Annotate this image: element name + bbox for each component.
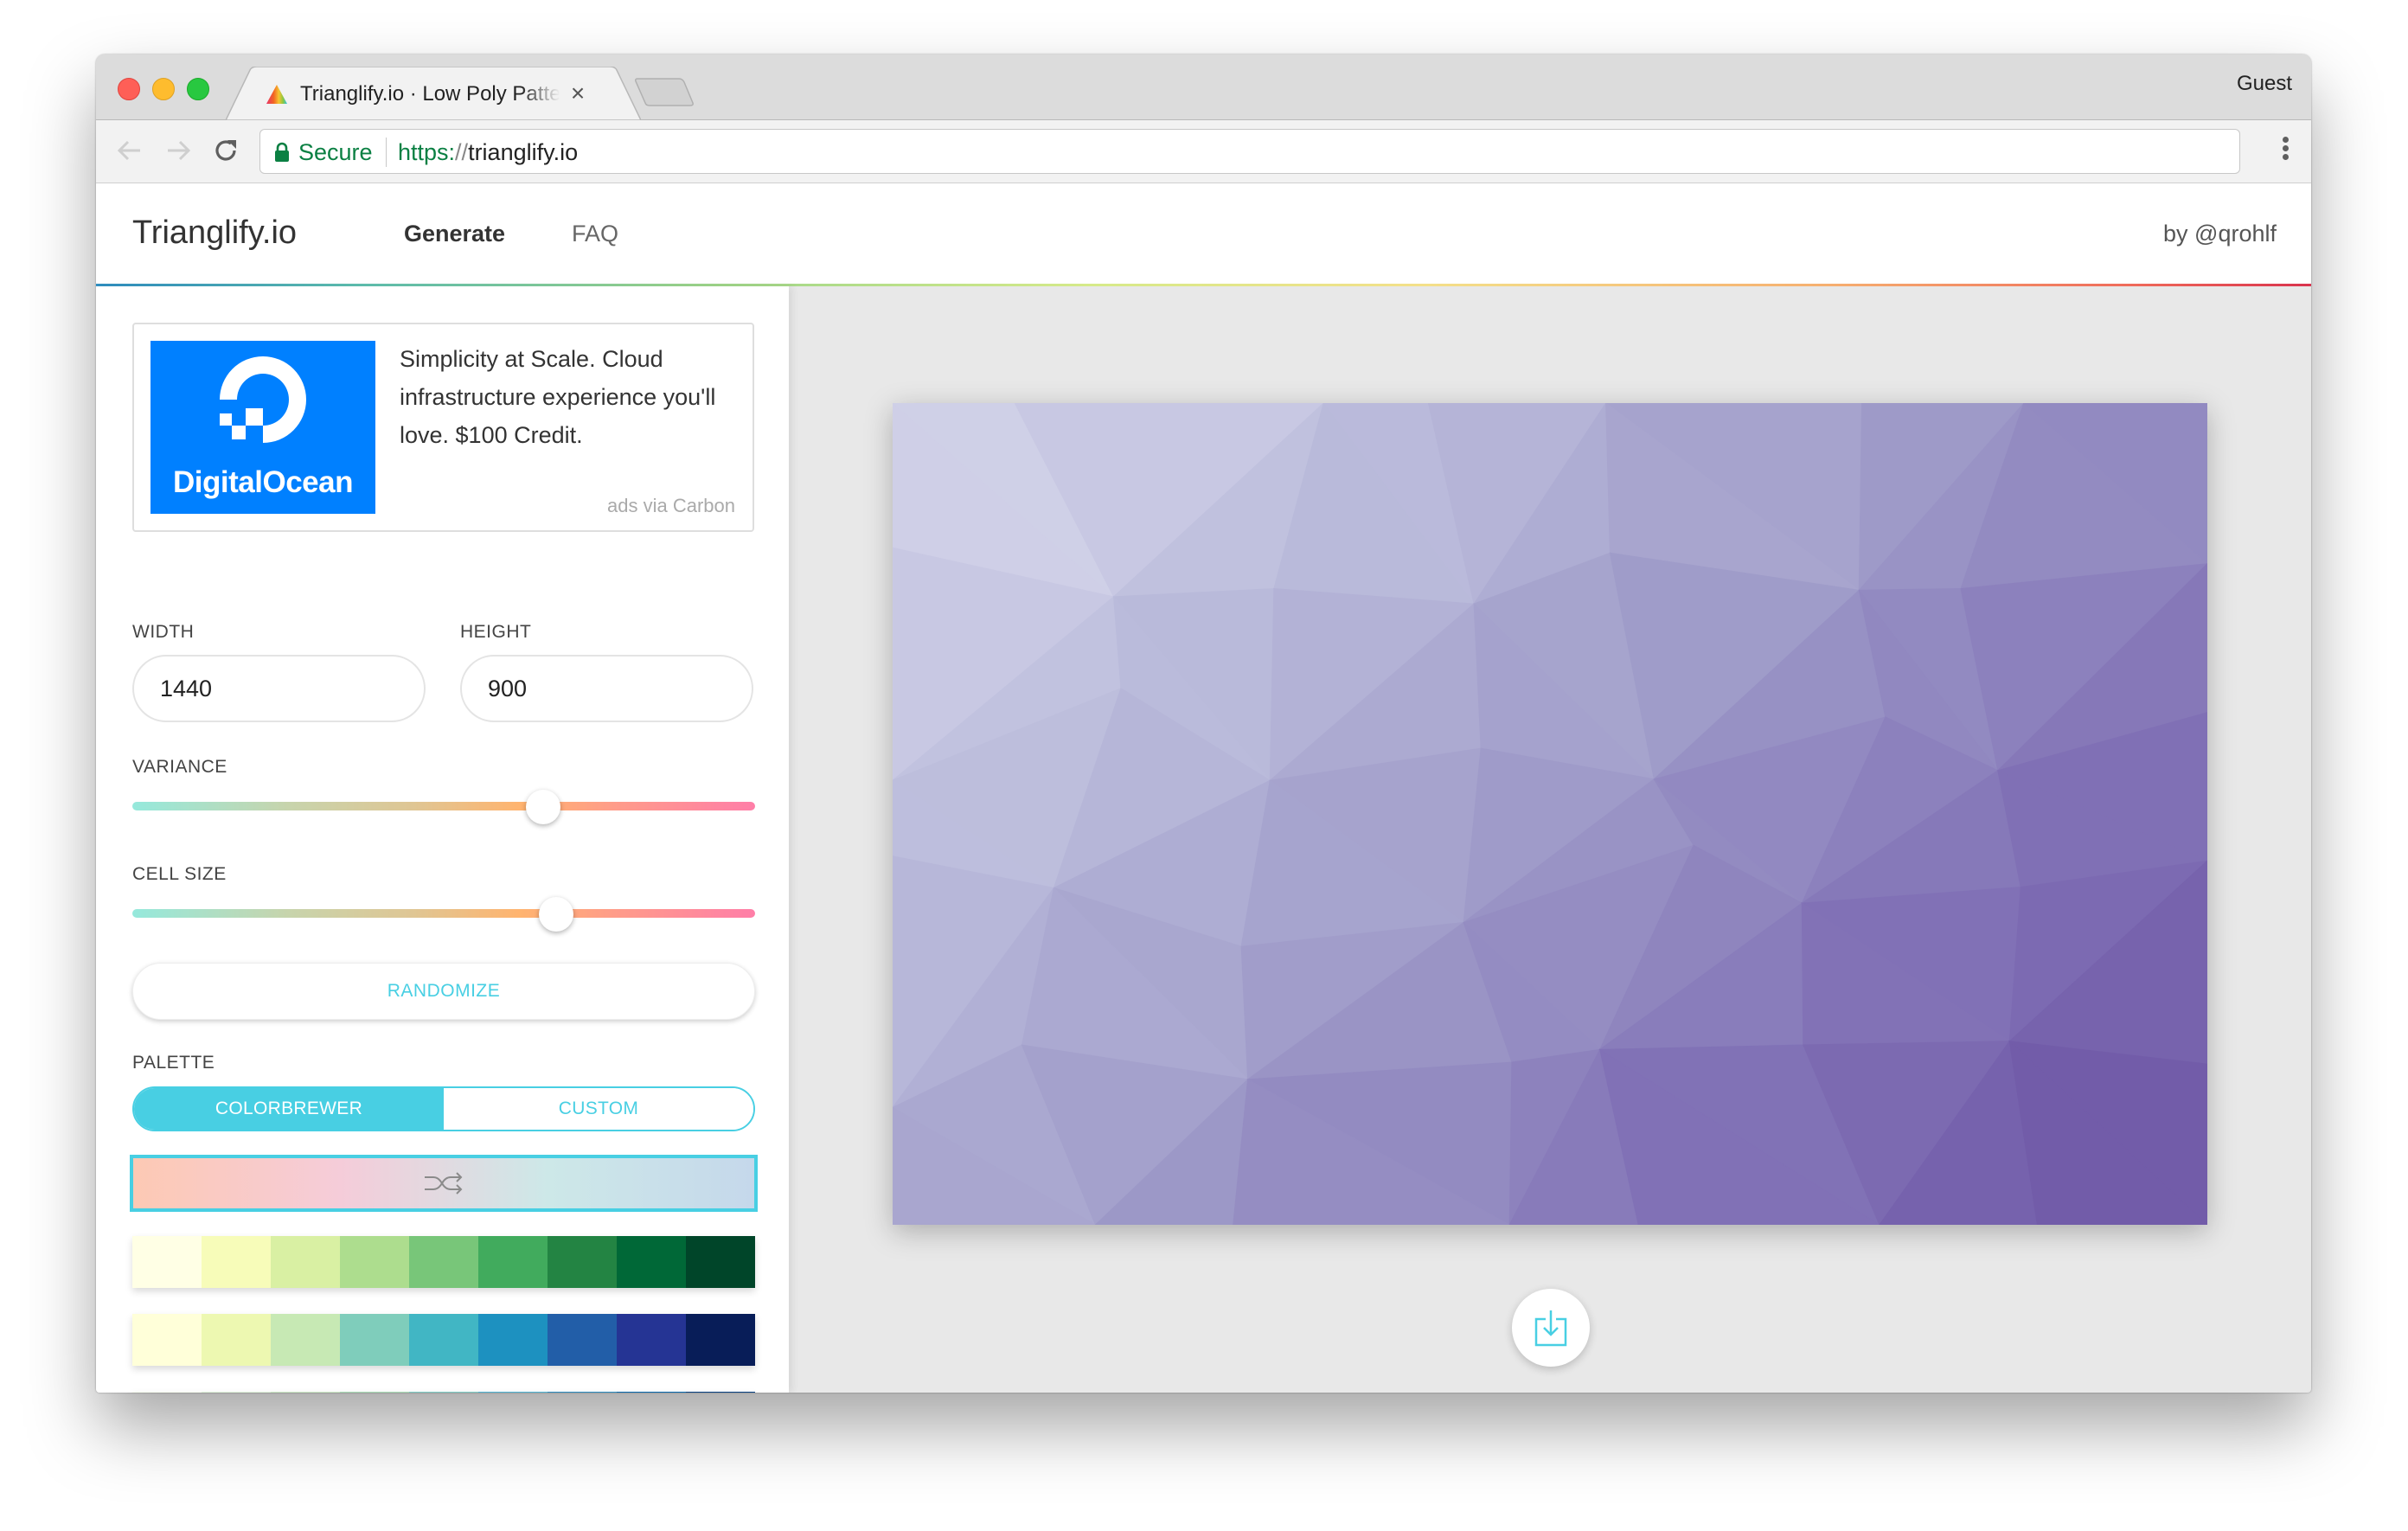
palette-swatch (686, 1236, 755, 1288)
cell-size-label: CELL SIZE (132, 864, 227, 884)
tab-close-button[interactable]: × (565, 79, 591, 108)
carbon-ad: DigitalOcean Simplicity at Scale. Cloud … (132, 323, 754, 532)
palette-swatch (409, 1314, 478, 1366)
address-bar[interactable]: Secure https://trianglify.io (259, 129, 2240, 174)
palette-label: PALETTE (132, 1053, 215, 1073)
palette-swatch (132, 1314, 202, 1366)
cell-size-slider[interactable] (132, 897, 755, 932)
tab-colorbrewer[interactable]: COLORBREWER (134, 1088, 444, 1130)
settings-sidebar: DigitalOcean Simplicity at Scale. Cloud … (96, 286, 789, 1393)
width-input[interactable] (132, 655, 426, 722)
minimize-window-button[interactable] (152, 78, 175, 100)
back-arrow-icon (117, 140, 140, 161)
trianglify-favicon-icon (266, 85, 287, 104)
back-button[interactable] (115, 136, 144, 165)
palette-swatch (617, 1236, 686, 1288)
variance-label: VARIANCE (132, 757, 227, 777)
variance-slider-track[interactable] (132, 802, 755, 810)
palette-swatch (478, 1314, 548, 1366)
variance-slider-thumb[interactable] (526, 790, 561, 824)
forward-button[interactable] (163, 136, 193, 165)
width-label: WIDTH (132, 622, 195, 642)
author-link[interactable]: by @qrohlf (2163, 218, 2277, 249)
digitalocean-logo-icon (220, 356, 306, 443)
browser-toolbar: Secure https://trianglify.io (96, 120, 2311, 183)
tab-bar: Trianglify.io · Low Poly Pattern Generat… (96, 54, 2311, 120)
cell-size-slider-track[interactable] (132, 909, 755, 918)
url-host: trianglify.io (468, 139, 579, 165)
palette-swatch (686, 1314, 755, 1366)
palette-swatch (202, 1392, 271, 1393)
height-label: HEIGHT (460, 622, 532, 642)
variance-slider[interactable] (132, 790, 755, 824)
address-separator (386, 138, 387, 167)
palette-swatch (478, 1392, 548, 1393)
palette-swatch (132, 1392, 202, 1393)
new-tab-button[interactable] (634, 77, 695, 106)
low-poly-pattern (893, 403, 2207, 1225)
browser-window: Trianglify.io · Low Poly Pattern Generat… (96, 54, 2311, 1393)
url-scheme: https: (398, 139, 456, 165)
palette-swatch (132, 1236, 202, 1288)
palette-swatch (202, 1236, 271, 1288)
palette-swatch (409, 1236, 478, 1288)
download-icon (1534, 1310, 1567, 1347)
shuffle-icon (425, 1172, 463, 1195)
nav-faq[interactable]: FAQ (572, 218, 618, 249)
url-slashes: // (455, 139, 469, 165)
reload-button[interactable] (211, 136, 240, 165)
random-palette-swatch[interactable] (130, 1155, 758, 1212)
cell-size-slider-thumb[interactable] (538, 897, 573, 932)
height-input[interactable] (460, 655, 753, 722)
lock-icon (275, 142, 289, 162)
secure-label: Secure (298, 139, 373, 165)
palette-swatch (340, 1236, 409, 1288)
close-window-button[interactable] (118, 78, 140, 100)
palette-swatch (340, 1314, 409, 1366)
palette-ylgnbu[interactable] (132, 1314, 755, 1366)
tab-custom[interactable]: CUSTOM (444, 1088, 753, 1130)
nav-generate[interactable]: Generate (404, 218, 505, 249)
forward-arrow-icon (168, 140, 191, 161)
palette-swatch (548, 1236, 617, 1288)
palette-swatch (202, 1314, 271, 1366)
palette-swatch (617, 1314, 686, 1366)
brand-logo[interactable]: Trianglify.io (132, 211, 297, 254)
ad-text[interactable]: Simplicity at Scale. Cloud infrastructur… (400, 340, 728, 454)
palette-gnbu[interactable] (132, 1392, 755, 1393)
palette-swatch (271, 1392, 340, 1393)
kebab-menu-icon[interactable] (2278, 134, 2292, 169)
download-button[interactable] (1512, 1289, 1590, 1367)
palette-ylgn[interactable] (132, 1236, 755, 1288)
app-header: Trianglify.io Generate FAQ by @qrohlf (96, 183, 2311, 286)
browser-tab-active[interactable]: Trianglify.io · Low Poly Pattern Generat… (226, 67, 641, 120)
palette-swatch (340, 1392, 409, 1393)
ad-image[interactable]: DigitalOcean (150, 341, 375, 514)
palette-swatch (548, 1392, 617, 1393)
palette-swatch (478, 1236, 548, 1288)
pattern-preview (893, 403, 2207, 1225)
palette-swatch (271, 1314, 340, 1366)
ad-logo-text: DigitalOcean (173, 465, 353, 499)
palette-swatch (409, 1392, 478, 1393)
maximize-window-button[interactable] (187, 78, 209, 100)
palette-mode-toggle: COLORBREWER CUSTOM (132, 1086, 755, 1131)
palette-swatch (617, 1392, 686, 1393)
randomize-button[interactable]: RANDOMIZE (132, 963, 755, 1020)
profile-guest[interactable]: Guest (2237, 70, 2292, 98)
ads-via-carbon[interactable]: ads via Carbon (607, 494, 735, 518)
palette-swatch (686, 1392, 755, 1393)
palette-swatch (548, 1314, 617, 1366)
tab-title: Trianglify.io · Low Poly Pattern Generat… (300, 82, 560, 106)
reload-icon (215, 140, 236, 161)
palette-swatch (271, 1236, 340, 1288)
url-text[interactable]: https://trianglify.io (398, 137, 578, 168)
